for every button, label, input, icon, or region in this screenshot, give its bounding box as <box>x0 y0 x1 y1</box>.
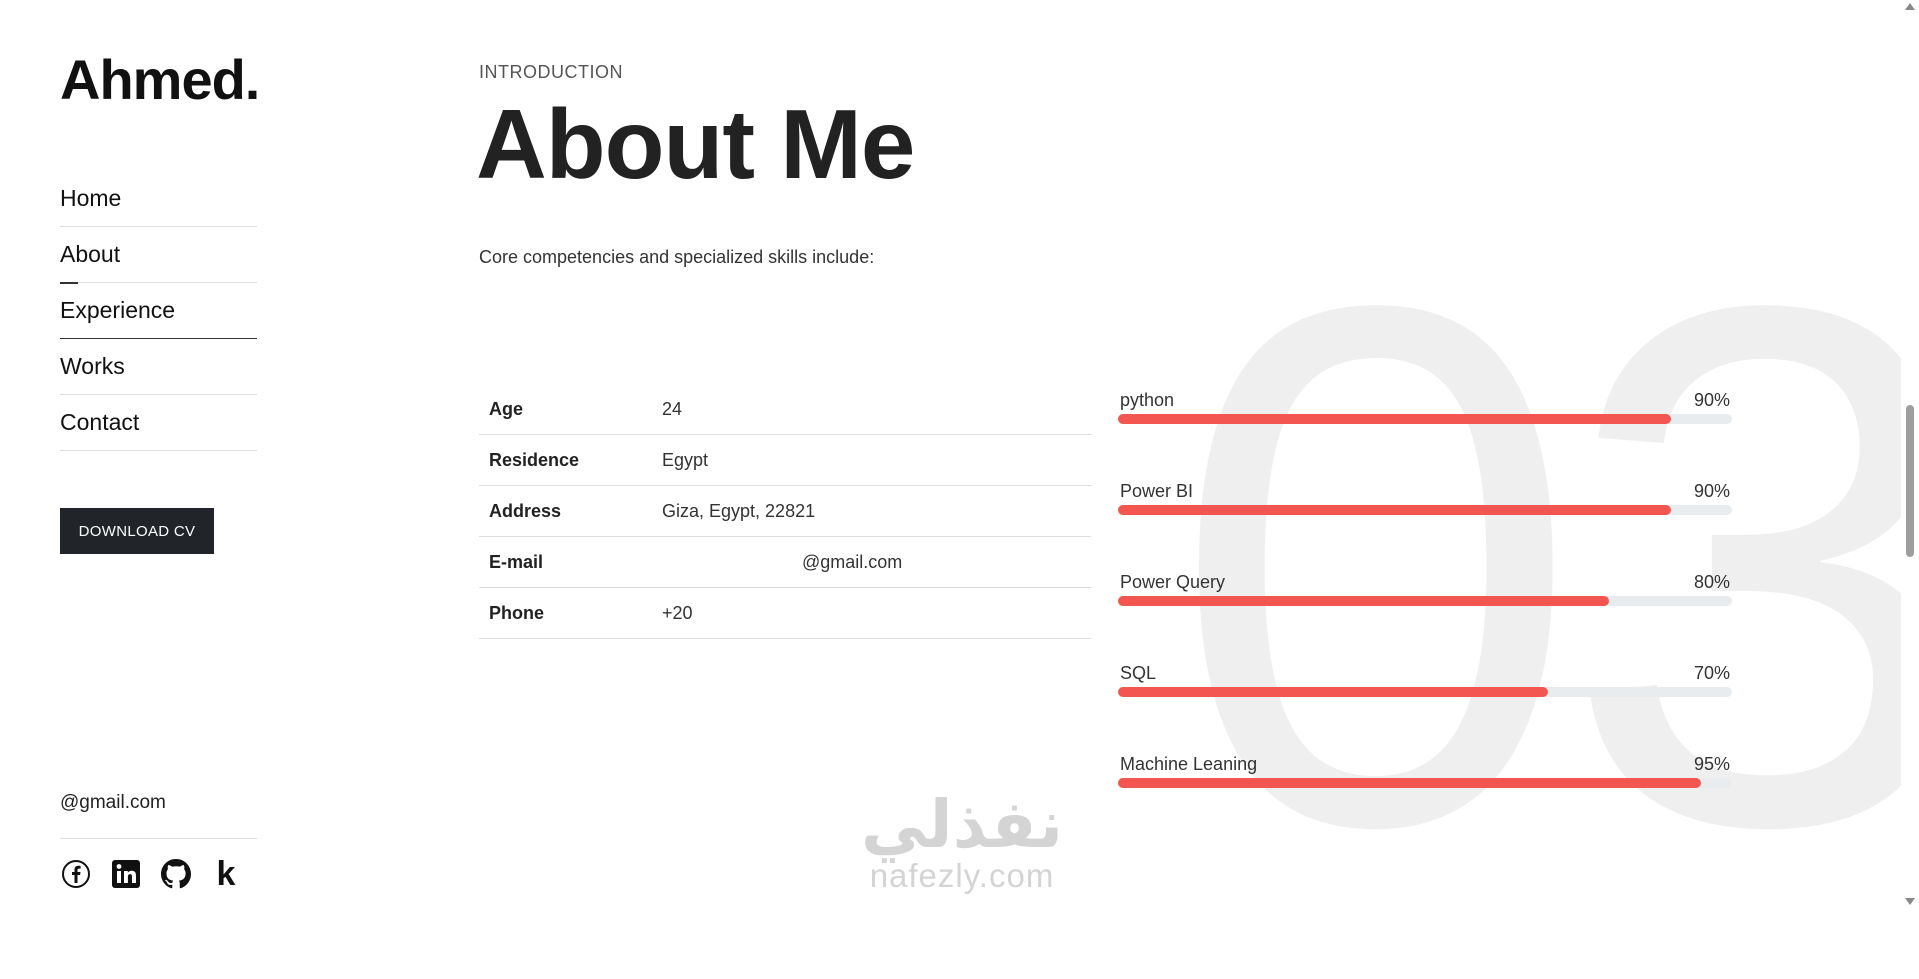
page-title: About Me <box>476 89 915 199</box>
info-value[interactable]: @gmail.com <box>652 536 1091 588</box>
social-links: k <box>60 855 242 893</box>
skill-progress-bar <box>1118 687 1732 697</box>
nav-item-experience[interactable]: Experience <box>60 283 257 339</box>
skill-name: Power BI <box>1120 481 1194 501</box>
skill-percent: 80% <box>1693 572 1730 592</box>
skill-progress-bar <box>1118 778 1732 788</box>
info-key: Phone <box>479 587 652 639</box>
skill-name: SQL <box>1120 663 1157 683</box>
linkedin-icon[interactable] <box>110 858 142 890</box>
kaggle-letter: k <box>216 855 236 893</box>
info-value: 24 <box>652 384 1091 435</box>
watermark: نفذلي nafezly.com <box>852 792 1072 894</box>
info-value[interactable]: +20 <box>652 587 1091 639</box>
skill-name: python <box>1120 390 1175 410</box>
facebook-icon[interactable] <box>60 858 92 890</box>
skill-item: python 90% <box>1118 390 1732 481</box>
skill-name: Power Query <box>1120 572 1226 592</box>
nav-item-works[interactable]: Works <box>60 339 257 395</box>
skill-percent: 90% <box>1693 390 1730 410</box>
scroll-down-arrow-icon[interactable] <box>1905 898 1915 905</box>
sidebar-divider <box>60 838 257 839</box>
skill-percent: 95% <box>1693 754 1730 774</box>
skill-progress-fill <box>1118 596 1610 606</box>
skill-progress-bar <box>1118 505 1732 515</box>
table-row: E-mail @gmail.com <box>479 536 1091 588</box>
info-key: Age <box>479 384 652 435</box>
intro-text: Core competencies and specialized skills… <box>479 247 875 267</box>
nav-item-home[interactable]: Home <box>60 171 257 227</box>
skill-progress-bar <box>1118 596 1732 606</box>
scroll-up-arrow-icon[interactable] <box>1905 3 1915 10</box>
nav-item-label: About <box>60 241 121 267</box>
table-row: Residence Egypt <box>479 434 1091 486</box>
skill-item: SQL 70% <box>1118 663 1732 754</box>
skill-progress-fill <box>1118 778 1702 788</box>
personal-info-table: Age 24 Residence Egypt Address Giza, Egy… <box>479 384 1091 639</box>
info-value: Giza, Egypt, 22821 <box>652 485 1091 537</box>
skill-progress-fill <box>1118 505 1671 515</box>
nav-item-contact[interactable]: Contact <box>60 395 257 451</box>
watermark-arabic: نفذلي <box>861 786 1063 863</box>
site-logo[interactable]: Ahmed. <box>60 52 260 108</box>
info-value: Egypt <box>652 434 1091 486</box>
table-row: Age 24 <box>479 384 1091 435</box>
download-cv-button[interactable]: DOWNLOAD CV <box>60 508 214 554</box>
info-key: Residence <box>479 434 652 486</box>
page-scrollbar[interactable] <box>1901 0 1919 908</box>
github-icon[interactable] <box>160 858 192 890</box>
table-row: Phone +20 <box>479 587 1091 639</box>
info-key: E-mail <box>479 536 652 588</box>
table-row: Address Giza, Egypt, 22821 <box>479 485 1091 537</box>
skill-progress-fill <box>1118 414 1671 424</box>
watermark-latin: nafezly.com <box>869 857 1055 894</box>
skill-percent: 70% <box>1693 663 1730 683</box>
skill-item: Power Query 80% <box>1118 572 1732 663</box>
nav-item-about[interactable]: About <box>60 227 257 284</box>
scroll-thumb[interactable] <box>1906 405 1914 557</box>
section-eyebrow: INTRODUCTION <box>479 62 623 82</box>
info-key: Address <box>479 485 652 537</box>
skills-list: python 90% Power BI 90% Power Query 80% SQL… <box>1118 390 1732 845</box>
skill-progress-fill <box>1118 687 1548 697</box>
main-nav: Home About Experience Works Contact <box>60 171 257 451</box>
skill-progress-bar <box>1118 414 1732 424</box>
sidebar-email[interactable]: @gmail.com <box>60 792 166 814</box>
kaggle-icon[interactable]: k <box>210 855 242 893</box>
skill-item: Machine Leaning 95% <box>1118 754 1732 845</box>
sidebar: Ahmed. Home About Experience Works Conta… <box>60 0 260 908</box>
skill-item: Power BI 90% <box>1118 481 1732 572</box>
skill-name: Machine Leaning <box>1120 754 1258 774</box>
skill-percent: 90% <box>1693 481 1730 501</box>
